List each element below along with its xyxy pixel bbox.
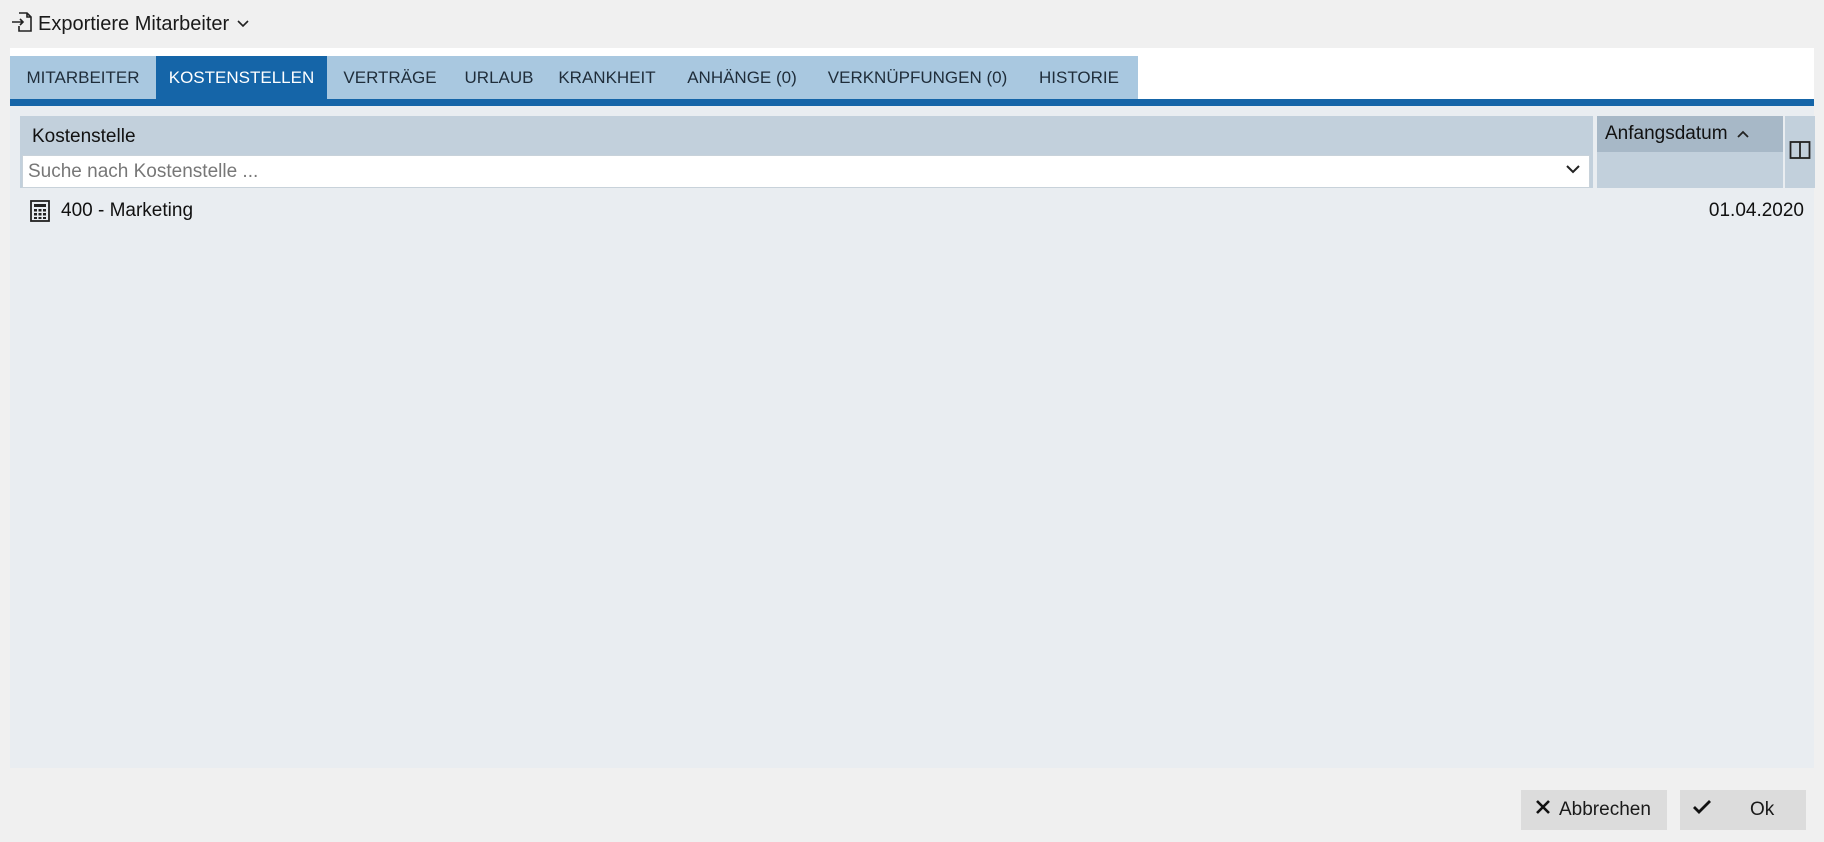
column-kostenstelle: Kostenstelle (20, 116, 1593, 188)
ok-button-label: Ok (1750, 799, 1775, 820)
cost-center-name: 400 - Marketing (61, 200, 194, 221)
tab-vertraege[interactable]: VERTRÄGE (327, 56, 453, 99)
column-anfangsdatum-header[interactable]: Anfangsdatum (1597, 116, 1783, 152)
calculator-icon (29, 200, 51, 222)
cancel-button-label: Abbrechen (1559, 799, 1651, 820)
tab-mitarbeiter[interactable]: MITARBEITER (10, 56, 156, 99)
sort-ascending-icon (1736, 129, 1750, 139)
chevron-down-icon[interactable] (1565, 163, 1581, 175)
dialog-panel: MITARBEITER KOSTENSTELLEN VERTRÄGE URLAU… (10, 48, 1815, 768)
column-kostenstelle-label: Kostenstelle (32, 126, 136, 147)
tab-underline (10, 99, 1814, 106)
tab-verknuepfungen[interactable]: VERKNÜPFUNGEN (0) (815, 56, 1020, 99)
tab-bar: MITARBEITER KOSTENSTELLEN VERTRÄGE URLAU… (10, 56, 1814, 99)
tab-krankheit[interactable]: KRANKHEIT (545, 56, 669, 99)
tab-kostenstellen[interactable]: KOSTENSTELLEN (156, 56, 327, 99)
column-anfangsdatum: Anfangsdatum (1597, 116, 1783, 188)
export-menu[interactable]: Exportiere Mitarbeiter (10, 10, 249, 39)
columns-toggle[interactable] (1785, 116, 1815, 188)
checkmark-icon (1692, 799, 1712, 821)
cost-center-search-input[interactable] (23, 156, 1543, 187)
grid-header: Kostenstelle Anfangsdatum (20, 116, 1815, 188)
tab-urlaub[interactable]: URLAUB (453, 56, 545, 99)
table-row[interactable]: 400 - Marketing 01.04.2020 (20, 196, 1804, 226)
chevron-down-icon (237, 20, 249, 28)
ok-button[interactable]: Ok (1680, 790, 1806, 830)
cancel-button[interactable]: Abbrechen (1521, 790, 1667, 830)
columns-icon (1789, 140, 1811, 165)
tab-content: Kostenstelle Anfangsdatum (10, 106, 1815, 768)
close-icon (1535, 799, 1551, 821)
tab-historie[interactable]: HISTORIE (1020, 56, 1138, 99)
export-icon (10, 10, 34, 39)
export-label: Exportiere Mitarbeiter (38, 12, 230, 35)
cost-center-search[interactable] (22, 155, 1590, 188)
top-bar: Exportiere Mitarbeiter (0, 0, 1824, 48)
column-anfangsdatum-label: Anfangsdatum (1605, 123, 1728, 144)
start-date-value: 01.04.2020 (1708, 200, 1804, 221)
tab-anhaenge[interactable]: ANHÄNGE (0) (669, 56, 815, 99)
footer: Abbrechen Ok (0, 768, 1824, 842)
